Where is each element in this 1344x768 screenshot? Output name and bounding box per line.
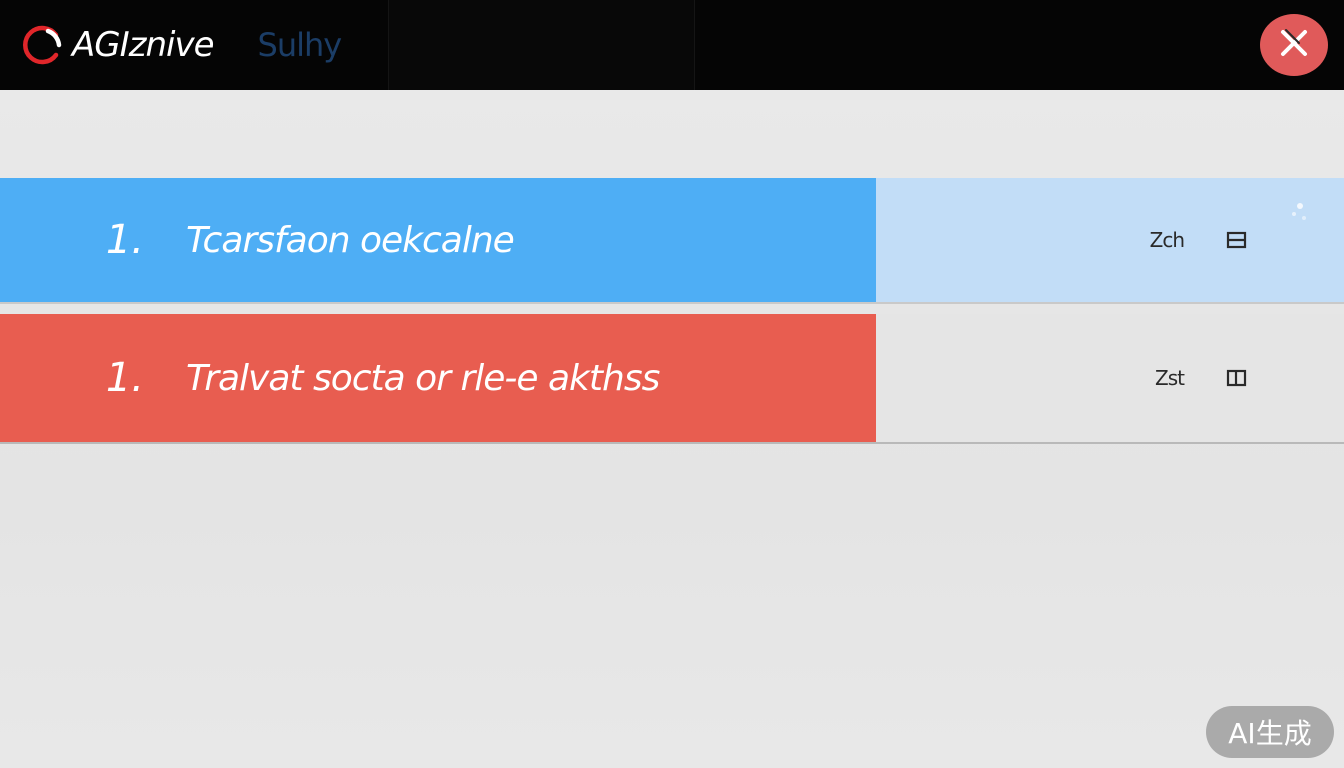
list-icon[interactable] — [1224, 227, 1250, 253]
list-item-detail: Zst — [876, 314, 1344, 442]
app-logo[interactable]: AGIznive — [16, 0, 215, 90]
list-item-number: 1. — [105, 217, 144, 263]
list-item-title: Tcarsfaon oekcalne — [186, 219, 515, 261]
tab-sulhy[interactable]: Sulhy — [258, 26, 343, 64]
top-bar-brand-segment: AGIznive Sulhy — [0, 0, 388, 90]
list-item-meta: Zch — [1150, 227, 1250, 253]
close-button[interactable] — [1260, 14, 1328, 76]
list-icon[interactable] — [1224, 365, 1250, 391]
list-item-title: Tralvat socta or rle-e akthss — [186, 357, 660, 399]
list-item-number: 1. — [105, 355, 144, 401]
close-icon — [1277, 26, 1311, 65]
list-item-label-block: 1. Tralvat socta or rle-e akthss — [0, 314, 876, 442]
list-item-meta-value: Zst — [1155, 366, 1185, 390]
main-content: 1. Tcarsfaon oekcalne Zch 1. Tralvat soc… — [0, 90, 1344, 768]
list-item-detail: Zch — [876, 178, 1344, 302]
logo-ring-icon — [16, 19, 68, 71]
ai-generated-badge: AI生成 — [1206, 706, 1334, 758]
sparkle-icon — [1284, 198, 1314, 228]
list-item[interactable]: 1. Tralvat socta or rle-e akthss Zst — [0, 314, 1344, 444]
list-item[interactable]: 1. Tcarsfaon oekcalne Zch — [0, 178, 1344, 304]
list-item-meta-value: Zch — [1149, 228, 1185, 252]
list-item-meta: Zst — [1155, 365, 1250, 391]
top-bar-middle-segment — [388, 0, 694, 90]
list-item-label-block: 1. Tcarsfaon oekcalne — [0, 178, 876, 302]
app-name: AGIznive — [72, 25, 215, 65]
top-bar: AGIznive Sulhy — [0, 0, 1344, 90]
top-bar-right-segment — [694, 0, 1344, 90]
